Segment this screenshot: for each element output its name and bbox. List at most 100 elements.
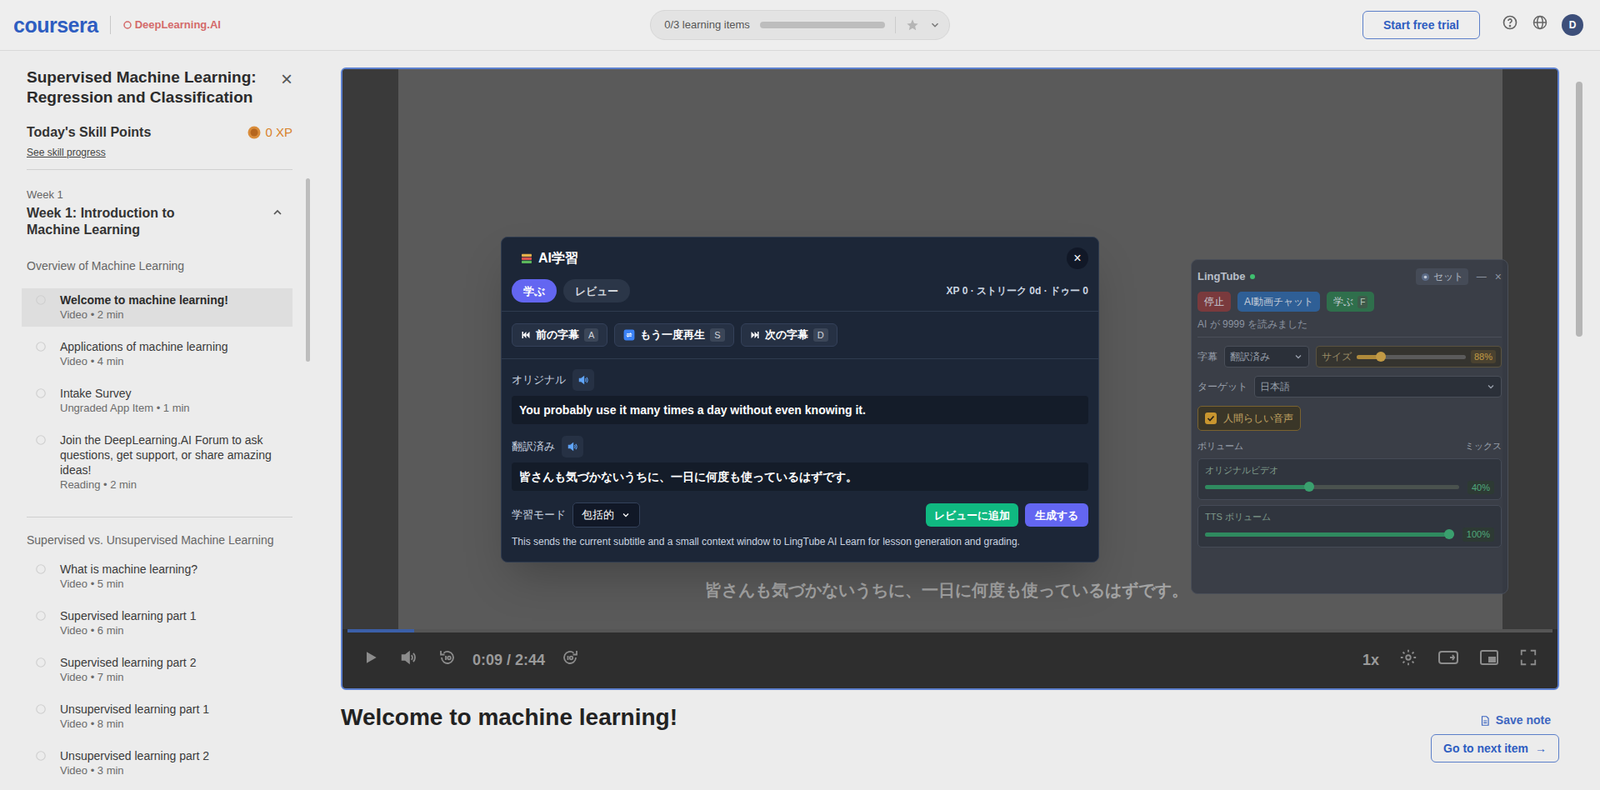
status-circle-icon bbox=[35, 294, 47, 306]
seek-fill bbox=[347, 629, 415, 633]
subtitle-text: You probably use it many times a day wit… bbox=[519, 403, 866, 417]
slider-thumb[interactable] bbox=[1375, 351, 1386, 362]
partner-logo[interactable]: DeepLearning.AI bbox=[122, 16, 221, 34]
fullscreen-button[interactable] bbox=[1519, 648, 1538, 673]
book-icon bbox=[520, 251, 534, 265]
volume-heading: ボリューム bbox=[1197, 439, 1244, 454]
coursera-logo[interactable]: coursera bbox=[13, 15, 99, 36]
next-item-button[interactable]: Go to next item→ bbox=[1430, 734, 1560, 763]
action-label: 学ぶ bbox=[1333, 294, 1354, 310]
separator bbox=[26, 169, 293, 170]
shortcut-key: A bbox=[584, 328, 599, 343]
volume-row: オリジナルビデオ40% bbox=[1197, 458, 1502, 501]
sidebar-item[interactable]: Welcome to machine learning!Video • 2 mi… bbox=[21, 288, 293, 327]
week-title[interactable]: Week 1: Introduction to Machine Learning bbox=[26, 205, 219, 239]
status-circle-icon bbox=[35, 563, 47, 575]
play-audio-button[interactable] bbox=[561, 435, 584, 458]
progress-label: 0/3 learning items bbox=[664, 16, 750, 34]
autoplay-button[interactable] bbox=[1437, 648, 1460, 673]
subtitle-select[interactable]: 翻訳済み bbox=[1224, 345, 1310, 368]
ai-learn-dialog: AI学習 × 学ぶレビュー XP 0 · ストリーク 0d · ドゥー 0 前の字幕Aも… bbox=[500, 236, 1100, 563]
field-label: オリジナル bbox=[511, 371, 566, 389]
dialog-tab[interactable]: レビュー bbox=[563, 279, 630, 303]
field-label: 翻訳済み bbox=[511, 438, 555, 455]
speed-button[interactable]: 1x bbox=[1362, 649, 1380, 672]
item-title: Supervised learning part 2 bbox=[60, 655, 196, 670]
play-audio-button[interactable] bbox=[572, 369, 595, 391]
close-dialog-button[interactable]: × bbox=[1066, 247, 1089, 270]
generate-button[interactable]: 生成する bbox=[1025, 503, 1089, 527]
volume-slider[interactable] bbox=[1205, 532, 1455, 537]
stats-text: XP 0 · ストリーク 0d · ドゥー 0 bbox=[946, 283, 1089, 299]
progress-pill[interactable]: 0/3 learning items bbox=[650, 10, 950, 40]
status-circle-icon bbox=[35, 703, 47, 715]
item-title: Unsupervised learning part 2 bbox=[60, 748, 210, 764]
globe-icon bbox=[1531, 14, 1549, 31]
next-icon bbox=[750, 330, 760, 340]
add-review-button[interactable]: レビューに追加 bbox=[925, 503, 1019, 527]
dialog-title: AI学習 bbox=[538, 248, 579, 269]
skill-progress-link[interactable]: See skill progress bbox=[26, 145, 293, 160]
sidebar-item[interactable]: Supervised learning part 1Video • 6 min bbox=[21, 604, 293, 643]
pip-button[interactable] bbox=[1479, 648, 1500, 673]
avatar[interactable]: D bbox=[1561, 14, 1584, 36]
lingtube-panel[interactable]: LingTubeセット—×停止AI動画チャット学ぶFAI が 9999 を読みま… bbox=[1190, 259, 1509, 595]
sidebar-item[interactable]: Supervised learning part 2Video • 7 min bbox=[21, 650, 293, 690]
slider-thumb[interactable] bbox=[1304, 481, 1315, 492]
previous-icon bbox=[520, 330, 531, 340]
chevron-down-icon bbox=[1485, 381, 1496, 392]
sidebar-scrollbar[interactable] bbox=[305, 178, 310, 362]
item-title: Supervised learning part 1 bbox=[60, 608, 196, 624]
settings-button[interactable] bbox=[1399, 648, 1418, 673]
course-title: Supervised Machine Learning: Regression … bbox=[26, 67, 265, 108]
mode-select[interactable]: 包括的 bbox=[572, 502, 640, 528]
subtitle-nav-button[interactable]: 前の字幕A bbox=[511, 323, 608, 347]
week-toggle[interactable] bbox=[270, 205, 285, 225]
save-note-button[interactable]: Save note bbox=[1479, 711, 1551, 730]
volume-button[interactable] bbox=[399, 648, 418, 673]
sidebar-item[interactable]: What is machine learning?Video • 5 min bbox=[21, 557, 293, 596]
close-button[interactable]: × bbox=[1495, 268, 1502, 286]
partner-icon bbox=[122, 20, 133, 30]
subtitle-nav-button[interactable]: 次の字幕D bbox=[740, 323, 838, 347]
rewind-button[interactable] bbox=[437, 647, 458, 674]
checkbox[interactable] bbox=[1205, 412, 1217, 425]
sidebar-item[interactable]: Unsupervised learning part 2Video • 3 mi… bbox=[21, 744, 293, 783]
human-voice-option[interactable]: 人間らしい音声 bbox=[1197, 405, 1301, 431]
item-meta: Video • 8 min bbox=[60, 716, 210, 732]
action-button[interactable]: 停止 bbox=[1197, 291, 1231, 312]
minimize-button[interactable]: — bbox=[1476, 269, 1487, 285]
help-button[interactable] bbox=[1501, 14, 1519, 37]
sidebar-item[interactable]: Intake SurveyUngraded App Item • 1 min bbox=[21, 381, 293, 420]
slider-thumb[interactable] bbox=[1444, 529, 1455, 540]
sidebar-item[interactable]: Unsupervised learning part 1Video • 8 mi… bbox=[21, 697, 293, 736]
volume-fill bbox=[1205, 485, 1310, 490]
page-scrollbar[interactable] bbox=[1575, 81, 1583, 337]
action-button[interactable]: AI動画チャット bbox=[1237, 291, 1320, 312]
chevron-down-icon bbox=[929, 19, 941, 31]
sidebar-item[interactable]: Join the DeepLearning.AI Forum to ask qu… bbox=[21, 428, 293, 497]
play-button[interactable] bbox=[362, 649, 380, 672]
item-title: Welcome to machine learning! bbox=[60, 292, 229, 308]
volume-slider[interactable] bbox=[1205, 485, 1460, 490]
size-reading: 88% bbox=[1470, 350, 1496, 365]
language-button[interactable] bbox=[1531, 14, 1549, 37]
sidebar-item[interactable]: Applications of machine learningVideo • … bbox=[21, 335, 293, 374]
video-time: 0:09 / 2:44 bbox=[472, 649, 545, 672]
close-sidebar-button[interactable]: × bbox=[280, 69, 293, 90]
size-slider[interactable] bbox=[1356, 355, 1466, 360]
action-button[interactable]: 学ぶF bbox=[1326, 291, 1375, 312]
panel-title: LingTube bbox=[1197, 268, 1246, 285]
set-button[interactable]: セット bbox=[1415, 268, 1469, 285]
target-select[interactable]: 日本語 bbox=[1254, 375, 1502, 398]
seek-track[interactable] bbox=[347, 629, 1553, 633]
subtitle-nav-button[interactable]: もう一度再生S bbox=[614, 323, 734, 347]
item-meta: Video • 4 min bbox=[60, 354, 229, 370]
dialog-tab[interactable]: 学ぶ bbox=[511, 279, 557, 303]
select-value: 日本語 bbox=[1260, 379, 1290, 395]
forward-button[interactable] bbox=[560, 647, 580, 674]
status-dot bbox=[1250, 274, 1255, 280]
start-trial-button[interactable]: Start free trial bbox=[1362, 10, 1480, 40]
arrow-icon: → bbox=[1535, 740, 1547, 758]
avatar-initial: D bbox=[1569, 17, 1577, 33]
